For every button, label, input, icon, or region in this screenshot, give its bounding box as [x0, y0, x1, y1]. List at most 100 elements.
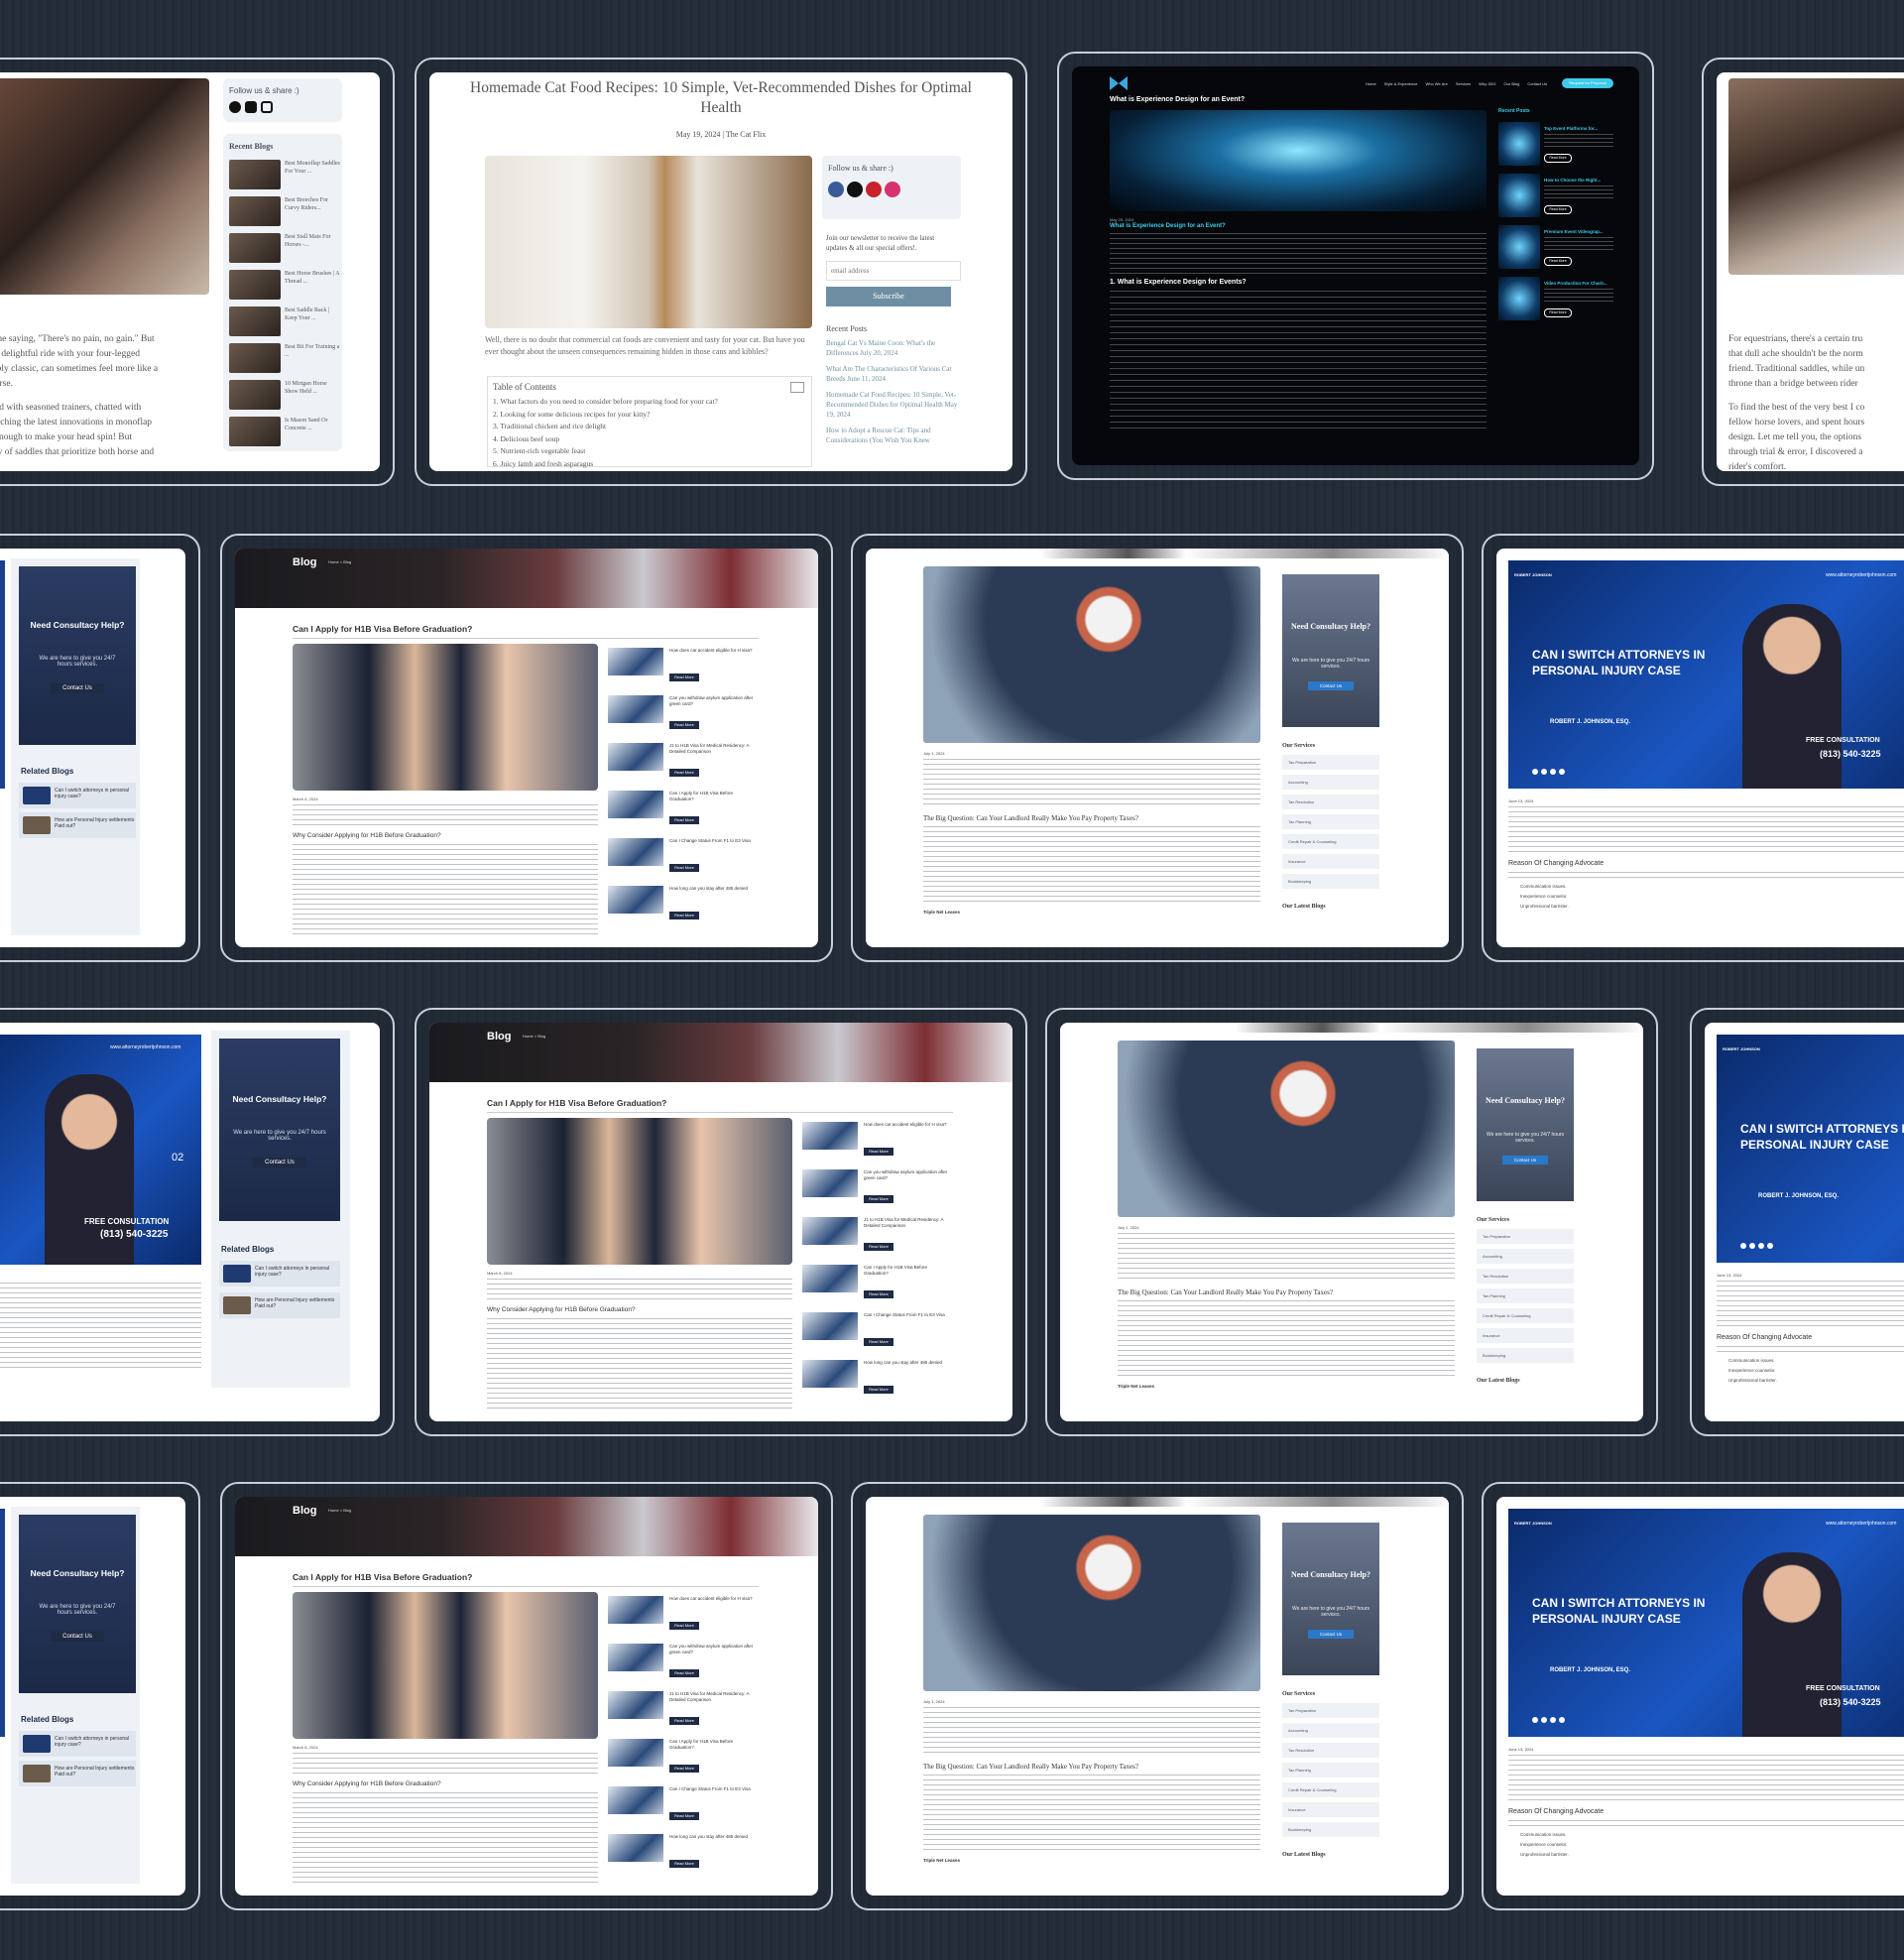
proposal-button[interactable]: Request for Proposal: [1562, 78, 1613, 88]
twitter-icon[interactable]: [245, 101, 257, 113]
related-post[interactable]: Can I Apply for H1B Visa Before Graduati…: [608, 787, 757, 834]
related-item[interactable]: Can I switch attorneys in personal injur…: [219, 1261, 340, 1286]
service-item[interactable]: Accounting: [1282, 775, 1379, 790]
instagram-icon[interactable]: [885, 182, 900, 197]
social-icon[interactable]: [1532, 769, 1538, 775]
social-icon[interactable]: [1740, 1243, 1746, 1249]
related-item[interactable]: How are Personal Injury settlements Paid…: [219, 1292, 340, 1318]
nav-item[interactable]: Home: [1366, 81, 1376, 86]
read-more-button[interactable]: Read More: [669, 1812, 699, 1820]
toc-item[interactable]: 5. Nutrient-rich vegetable feast: [493, 445, 718, 458]
read-more-button[interactable]: Read More: [669, 674, 699, 681]
related-post[interactable]: How long can you stay after 485 denied Re…: [608, 882, 757, 929]
recent-blog-item[interactable]: Best Bit For Training a ...: [229, 341, 340, 378]
related-post[interactable]: Can I Change Status From F1 to E3 Visa Re…: [802, 1308, 951, 1356]
related-post[interactable]: How does car accident eligible for H vis…: [802, 1118, 951, 1165]
read-more-button[interactable]: Read More: [669, 721, 699, 729]
related-item[interactable]: How are Personal Injury settlements Paid…: [19, 812, 136, 838]
contact-button[interactable]: Contact Us: [253, 1158, 306, 1167]
recent-blog-item[interactable]: Best Breeches For Curvy Riders...: [229, 194, 340, 231]
read-more-button[interactable]: Read More: [864, 1195, 893, 1203]
service-item[interactable]: Tax Planning: [1282, 1763, 1379, 1777]
nav-item[interactable]: Why 2DG: [1479, 81, 1495, 86]
service-item[interactable]: Tax Preparation: [1282, 1703, 1379, 1718]
recent-blog-item[interactable]: Best Horse Brushes | A Thread ...: [229, 268, 340, 305]
read-more-button[interactable]: Read More: [669, 769, 699, 777]
recent-post-link[interactable]: Homemade Cat Food Recipes: 10 Simple, Ve…: [826, 390, 959, 420]
read-more-button[interactable]: Read More: [1544, 308, 1572, 317]
recent-post-link[interactable]: How to Adopt a Rescue Cat: Tips and Cons…: [826, 426, 959, 445]
related-post[interactable]: How long can you stay after 485 denied Re…: [608, 1830, 757, 1878]
social-icon[interactable]: [1550, 769, 1556, 775]
toc-item[interactable]: 4. Delicious beef soup: [493, 433, 718, 446]
read-more-button[interactable]: Read More: [669, 1765, 699, 1773]
read-more-button[interactable]: Read More: [864, 1386, 893, 1394]
social-icon[interactable]: [1541, 769, 1547, 775]
recent-post[interactable]: Top Event Platforms for... Read More: [1498, 122, 1627, 174]
social-icon[interactable]: [1559, 769, 1565, 775]
service-item[interactable]: Credit Repair & Counseling: [1477, 1308, 1574, 1323]
social-icon[interactable]: [1758, 1243, 1764, 1249]
toc-item[interactable]: 6. Juicy lamb and fresh asparagus: [493, 458, 718, 471]
service-item[interactable]: Credit Repair & Counseling: [1282, 834, 1379, 849]
related-post[interactable]: J1 to H1B Visa for Medical Residency: A …: [608, 739, 757, 787]
nav-item[interactable]: Services: [1456, 81, 1471, 86]
related-post[interactable]: Can I Apply for H1B Visa Before Graduati…: [608, 1735, 757, 1782]
subscribe-button[interactable]: Subscribe: [826, 287, 951, 306]
service-item[interactable]: Tax Planning: [1477, 1288, 1574, 1303]
read-more-button[interactable]: Read More: [864, 1290, 893, 1298]
related-item[interactable]: Can I switch attorneys in personal injur…: [19, 783, 136, 808]
contact-button[interactable]: Contact Us: [1308, 1630, 1354, 1639]
contact-button[interactable]: Contact Us: [1308, 681, 1354, 690]
recent-blog-item[interactable]: Best Stall Mats For Horses -...: [229, 231, 340, 268]
service-item[interactable]: Bookkeeping: [1282, 874, 1379, 889]
related-post[interactable]: Can you withdraw asylum application afte…: [608, 1640, 757, 1687]
read-more-button[interactable]: Read More: [1544, 205, 1572, 214]
service-item[interactable]: Tax Resolution: [1282, 1743, 1379, 1758]
social-icon[interactable]: [1767, 1243, 1773, 1249]
related-post[interactable]: Can I Apply for H1B Visa Before Graduati…: [802, 1261, 951, 1308]
instagram-icon[interactable]: [261, 101, 273, 113]
read-more-button[interactable]: Read More: [864, 1338, 893, 1346]
related-post[interactable]: Can you withdraw asylum application afte…: [802, 1165, 951, 1213]
service-item[interactable]: Insurance: [1477, 1328, 1574, 1343]
read-more-button[interactable]: Read More: [864, 1148, 893, 1156]
related-item[interactable]: How are Personal Injury settlements Paid…: [19, 1761, 136, 1786]
service-item[interactable]: Tax Planning: [1282, 814, 1379, 829]
toc-item[interactable]: 3. Traditional chicken and rice delight: [493, 421, 718, 433]
read-more-button[interactable]: Read More: [864, 1243, 893, 1251]
toc-item[interactable]: 2. Looking for some delicious recipes fo…: [493, 409, 718, 422]
related-post[interactable]: How long can you stay after 485 denied Re…: [802, 1356, 951, 1404]
contact-button[interactable]: Contact Us: [51, 1632, 104, 1642]
service-item[interactable]: Accounting: [1477, 1249, 1574, 1264]
related-post[interactable]: How does car accident eligible for H vis…: [608, 1592, 757, 1640]
recent-blog-item[interactable]: Best Monoflap Saddles For Your ...: [229, 158, 340, 194]
toc-item[interactable]: 1. What factors do you need to consider …: [493, 396, 718, 409]
related-post[interactable]: J1 to H1B Visa for Medical Residency: A …: [802, 1213, 951, 1261]
recent-post[interactable]: Premium Event Videograp... Read More: [1498, 225, 1627, 277]
social-icon[interactable]: [1749, 1243, 1755, 1249]
service-item[interactable]: Tax Resolution: [1282, 795, 1379, 809]
read-more-button[interactable]: Read More: [669, 1669, 699, 1677]
social-icon[interactable]: [1541, 1717, 1547, 1723]
social-icon[interactable]: [1532, 1717, 1538, 1723]
contact-button[interactable]: Contact Us: [51, 683, 104, 693]
related-post[interactable]: Can I Change Status From F1 to E3 Visa Re…: [608, 834, 757, 882]
recent-blog-item[interactable]: Best Saddle Rack | Keep Your ...: [229, 305, 340, 341]
read-more-button[interactable]: Read More: [1544, 154, 1572, 163]
related-post[interactable]: How does car accident eligible for H vis…: [608, 644, 757, 691]
service-item[interactable]: Tax Preparation: [1477, 1229, 1574, 1244]
recent-post[interactable]: How to Choose the Right... Read More: [1498, 174, 1627, 225]
contact-button[interactable]: Contact Us: [1502, 1156, 1548, 1164]
service-item[interactable]: Accounting: [1282, 1723, 1379, 1738]
social-icon[interactable]: [1550, 1717, 1556, 1723]
pinterest-icon[interactable]: [866, 182, 882, 197]
related-post[interactable]: Can I Change Status From F1 to E3 Visa Re…: [608, 1782, 757, 1830]
nav-item[interactable]: Our Blog: [1504, 81, 1520, 86]
service-item[interactable]: Tax Preparation: [1282, 755, 1379, 770]
recent-blog-item[interactable]: Is Mason Sand Or Concrete ...: [229, 415, 340, 451]
recent-post[interactable]: Video Production For Charit... Read More: [1498, 277, 1627, 328]
toc-toggle-icon[interactable]: [790, 382, 804, 393]
recent-post-link[interactable]: Bengal Cat Vs Maine Coon: What's the Dif…: [826, 338, 959, 358]
read-more-button[interactable]: Read More: [669, 912, 699, 919]
